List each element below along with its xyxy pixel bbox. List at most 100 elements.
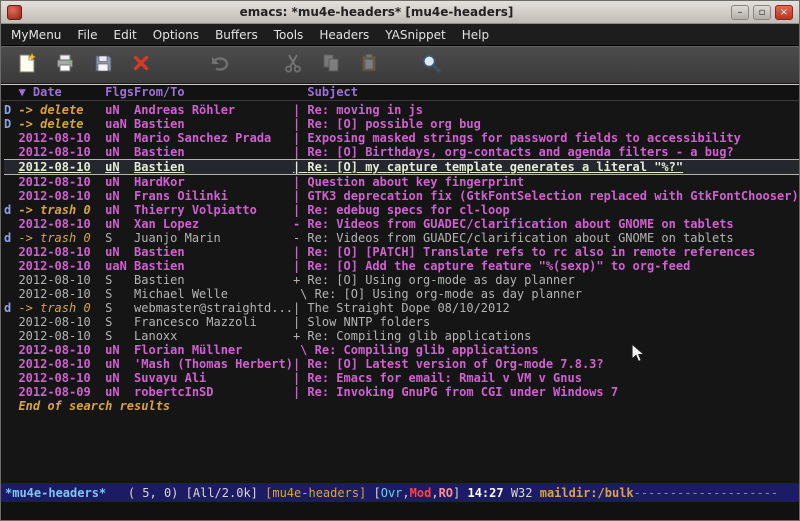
mouse-cursor	[631, 343, 647, 365]
thread-separator: |	[293, 189, 307, 203]
modeline-time: 14:27	[467, 484, 503, 502]
message-row[interactable]: 2012-08-10uNMario Sanchez Prada| Exposin…	[4, 131, 799, 145]
message-date: 2012-08-09	[18, 385, 105, 399]
menu-item-help[interactable]: Help	[454, 25, 497, 45]
message-subject: The Straight Dope 08/10/2012	[307, 301, 799, 315]
app-icon[interactable]	[7, 5, 22, 20]
menu-item-options[interactable]: Options	[145, 25, 207, 45]
maximize-button[interactable]: ▫	[753, 5, 771, 20]
copy-icon	[320, 52, 342, 79]
thread-separator: \	[293, 343, 315, 357]
thread-separator: |	[293, 117, 307, 131]
message-mark: d	[4, 231, 18, 245]
message-row[interactable]: 2012-08-10uNSuvayu Ali| Re: Emacs for em…	[4, 371, 799, 385]
message-row[interactable]: 2012-08-10SFrancesco Mazzoli| Slow NNTP …	[4, 315, 799, 329]
message-flags: uN	[105, 343, 134, 357]
modeline-position: ( 5, 0)	[106, 484, 185, 502]
print-button[interactable]	[51, 51, 78, 79]
message-subject: Re: edebug specs for cl-loop	[307, 203, 799, 217]
message-row[interactable]: 2012-08-10SBastien+ Re: [O] Using org-mo…	[4, 273, 799, 287]
message-subject: Re: Compiling glib applications	[315, 343, 799, 357]
message-subject: Re: [O] Using org-mode as day planner	[315, 287, 799, 301]
message-row[interactable]: 2012-08-10uN'Mash (Thomas Herbert)| Re: …	[4, 357, 799, 371]
menu-item-tools[interactable]: Tools	[266, 25, 312, 45]
message-date: 2012-08-10	[18, 343, 105, 357]
close-icon	[130, 52, 152, 79]
message-flags: uN	[105, 103, 134, 117]
menu-item-edit[interactable]: Edit	[106, 25, 145, 45]
message-date: 2012-08-10	[18, 273, 105, 287]
modeline-buffer-name: *mu4e-headers*	[5, 484, 106, 502]
message-mark	[4, 245, 18, 259]
message-from: webmaster@straightd...	[134, 301, 293, 315]
message-row[interactable]: d-> trash 0Swebmaster@straightd...| The …	[4, 301, 799, 315]
close-button[interactable]: ×	[775, 5, 793, 20]
message-row[interactable]: 2012-08-10uNBastien| Re: [O] my capture …	[4, 159, 799, 175]
message-date: 2012-08-10	[18, 245, 105, 259]
message-flags: uN	[105, 145, 134, 159]
message-from: Thierry Volpiatto	[134, 203, 293, 217]
message-flags: S	[105, 273, 134, 287]
menu-item-file[interactable]: File	[69, 25, 105, 45]
message-row[interactable]: 2012-08-10SMichael Welle \ Re: [O] Using…	[4, 287, 799, 301]
column-header-date[interactable]: ▼ Date	[18, 85, 105, 100]
menu-item-yasnippet[interactable]: YASnippet	[377, 25, 454, 45]
message-from: Bastien	[134, 160, 293, 174]
message-row[interactable]: D-> deleteuaNBastien| Re: [O] possible o…	[4, 117, 799, 131]
message-date: 2012-08-10	[18, 329, 105, 343]
message-from: Frans Oilinki	[134, 189, 293, 203]
message-from: Xan Lopez	[134, 217, 293, 231]
new-file-button[interactable]	[13, 51, 40, 79]
message-row[interactable]: 2012-08-09uNrobertcInSD| Re: Invoking Gn…	[4, 385, 799, 399]
message-flags: S	[105, 315, 134, 329]
message-mark	[4, 145, 18, 159]
search-button[interactable]	[417, 51, 444, 79]
message-row[interactable]: 2012-08-10uNFrans Oilinki| GTK3 deprecat…	[4, 189, 799, 203]
message-date: 2012-08-10	[18, 357, 105, 371]
column-header-flags[interactable]: Flgs	[105, 85, 134, 100]
message-from: HardKor	[134, 175, 293, 189]
menu-item-headers[interactable]: Headers	[311, 25, 377, 45]
message-subject: Re: [O] Add the capture feature "%(sexp)…	[307, 259, 799, 273]
message-row[interactable]: 2012-08-10uNHardKor| Question about key …	[4, 175, 799, 189]
message-mark	[4, 371, 18, 385]
message-flags: uaN	[105, 117, 134, 131]
minimize-button[interactable]: –	[731, 5, 749, 20]
message-from: Michael Welle	[134, 287, 293, 301]
message-from: Bastien	[134, 259, 293, 273]
message-row[interactable]: 2012-08-10uNFlorian Müllner \ Re: Compil…	[4, 343, 799, 357]
column-header-from[interactable]: From/To	[134, 85, 293, 100]
message-row[interactable]: 2012-08-10uaNBastien| Re: [O] Add the ca…	[4, 259, 799, 273]
message-row[interactable]: d-> trash 0SJuanjo Marin- Re: Videos fro…	[4, 231, 799, 245]
message-date: 2012-08-10	[18, 259, 105, 273]
modeline-comma2: ,	[431, 484, 438, 502]
message-date: -> trash 0	[18, 301, 105, 315]
message-list[interactable]: D-> deleteuNAndreas Röhler| Re: moving i…	[1, 101, 799, 483]
column-header-subject[interactable]: Subject	[307, 85, 799, 100]
message-row[interactable]: 2012-08-10uNXan Lopez- Re: Videos from G…	[4, 217, 799, 231]
message-row[interactable]: 2012-08-10SLanoxx+ Re: Compiling glib ap…	[4, 329, 799, 343]
message-row[interactable]: D-> deleteuNAndreas Röhler| Re: moving i…	[4, 103, 799, 117]
toolbar	[1, 46, 799, 84]
close-button[interactable]	[127, 51, 154, 79]
save-icon	[92, 52, 114, 79]
menu-item-buffers[interactable]: Buffers	[207, 25, 266, 45]
save-button[interactable]	[89, 51, 116, 79]
message-subject: Re: Videos from GUADEC/clarification abo…	[307, 231, 799, 245]
modeline-major-mode: [mu4e-headers]	[265, 484, 366, 502]
message-row[interactable]: d-> trash 0uNThierry Volpiatto| Re: edeb…	[4, 203, 799, 217]
menu-item-mymenu[interactable]: MyMenu	[3, 25, 69, 45]
message-date: -> trash 0	[18, 203, 105, 217]
message-date: -> trash 0	[18, 231, 105, 245]
echo-area[interactable]	[1, 502, 799, 520]
message-row[interactable]: 2012-08-10uNBastien| Re: [O] [PATCH] Tra…	[4, 245, 799, 259]
modeline[interactable]: *mu4e-headers* ( 5, 0) [All/2.0k] [mu4e-…	[1, 483, 799, 502]
modeline-comma1: ,	[402, 484, 409, 502]
message-mark	[4, 343, 18, 357]
paste-icon	[358, 52, 380, 79]
message-row[interactable]: 2012-08-10uNBastien| Re: [O] Birthdays, …	[4, 145, 799, 159]
titlebar[interactable]: emacs: *mu4e-headers* [mu4e-headers] –▫×	[1, 1, 799, 24]
header-mark-spacer	[4, 85, 18, 100]
message-from: Suvayu Ali	[134, 371, 293, 385]
message-flags: uN	[105, 160, 134, 174]
